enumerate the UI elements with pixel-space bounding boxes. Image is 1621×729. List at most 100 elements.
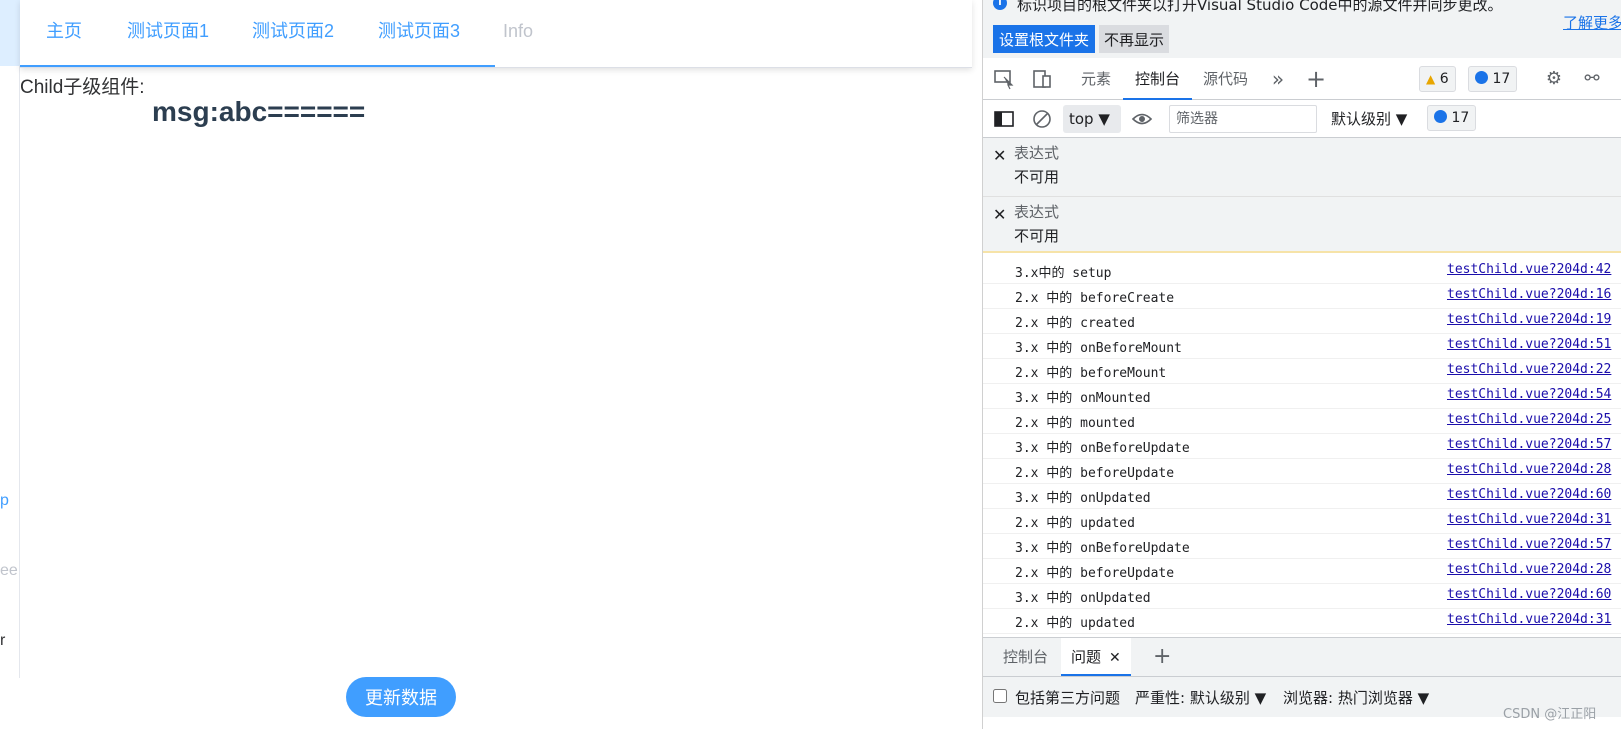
top-nav-menu: 主页 测试页面1 测试页面2 测试页面3 Info — [20, 0, 972, 68]
console-log-row: 3.x中的 setup testChild.vue?204d:42 — [983, 259, 1621, 284]
expression-label[interactable]: 表达式 — [1014, 142, 1059, 163]
menu-item-home[interactable]: 主页 — [46, 0, 82, 66]
set-root-folder-button[interactable]: 设置根文件夹 — [993, 25, 1096, 53]
drawer-tab-issues-label: 问题 — [1071, 648, 1102, 666]
log-source-link[interactable]: testChild.vue?204d:60 — [1447, 587, 1611, 602]
remove-expression-icon[interactable]: ✕ — [993, 205, 1006, 224]
context-select[interactable]: top ▼ — [1063, 105, 1121, 133]
log-message: 2.x 中的 beforeUpdate — [1015, 566, 1175, 581]
customize-icon[interactable]: ⚯ — [1581, 68, 1603, 90]
update-data-button[interactable]: 更新数据 — [346, 677, 456, 717]
workspace-info-bar: i 标识项目的根文件夹以打开Visual Studio Code中的源文件并同步… — [983, 0, 1621, 58]
live-expression-eye-icon[interactable] — [1131, 108, 1153, 130]
settings-gear-icon[interactable]: ⚙ — [1543, 68, 1565, 90]
log-message: 3.x中的 setup — [1015, 266, 1112, 281]
include-third-party-checkbox[interactable] — [993, 689, 1007, 703]
console-log-row: 2.x 中的 beforeUpdate testChild.vue?204d:28 — [983, 559, 1621, 584]
menu-item-test-page-1[interactable]: 测试页面1 — [127, 0, 209, 66]
log-message: 2.x 中的 beforeMount — [1015, 366, 1167, 381]
devtools-panel: i 标识项目的根文件夹以打开Visual Studio Code中的源文件并同步… — [982, 0, 1621, 729]
browser-select[interactable]: 浏览器: 热门浏览器 ▼ — [1283, 687, 1429, 708]
log-source-link[interactable]: testChild.vue?204d:57 — [1447, 537, 1611, 552]
dont-show-again-button[interactable]: 不再显示 — [1099, 25, 1170, 53]
drawer-tab-bar: 控制台 问题 ✕ + — [983, 637, 1621, 677]
warning-icon: ▲ — [1426, 72, 1436, 86]
msg-text: msg:abc====== — [152, 96, 366, 127]
log-source-link[interactable]: testChild.vue?204d:19 — [1447, 312, 1611, 327]
tab-sources[interactable]: 源代码 — [1203, 58, 1248, 100]
learn-more-link[interactable]: 了解更多 — [1563, 12, 1621, 33]
expression-value: 不可用 — [1014, 168, 1060, 186]
console-log-row: 2.x 中的 created testChild.vue?204d:19 — [983, 309, 1621, 334]
chevron-down-icon: ▼ — [1395, 110, 1408, 128]
log-source-link[interactable]: testChild.vue?204d:60 — [1447, 487, 1611, 502]
app-area: p ee r 主页 测试页面1 测试页面2 测试页面3 Info Child子级… — [0, 0, 982, 729]
console-log-row: 3.x 中的 onUpdated testChild.vue?204d:60 — [983, 584, 1621, 609]
device-toolbar-icon[interactable] — [1031, 68, 1053, 90]
console-log-list: 3.x中的 setup testChild.vue?204d:42 2.x 中的 b… — [983, 259, 1621, 637]
menu-item-test-page-3[interactable]: 测试页面3 — [378, 0, 460, 66]
log-source-link[interactable]: testChild.vue?204d:28 — [1447, 562, 1611, 577]
live-expressions: ✕ 表达式 不可用 ✕ 表达式 不可用 — [983, 138, 1621, 253]
remove-expression-icon[interactable]: ✕ — [993, 146, 1006, 165]
log-message: 2.x 中的 updated — [1015, 616, 1135, 631]
warnings-badge[interactable]: ▲ 6 — [1419, 66, 1456, 92]
log-source-link[interactable]: testChild.vue?204d:54 — [1447, 387, 1611, 402]
sidebar-header — [0, 0, 20, 66]
console-log-row: 3.x 中的 onMounted testChild.vue?204d:54 — [983, 384, 1621, 409]
log-source-link[interactable]: testChild.vue?204d:16 — [1447, 287, 1611, 302]
messages-badge[interactable]: 17 — [1468, 66, 1518, 92]
tab-elements[interactable]: 元素 — [1081, 58, 1111, 100]
log-source-link[interactable]: testChild.vue?204d:28 — [1447, 462, 1611, 477]
log-source-link[interactable]: testChild.vue?204d:51 — [1447, 337, 1611, 352]
log-message: 2.x 中的 created — [1015, 316, 1135, 331]
log-message: 3.x 中的 onUpdated — [1015, 491, 1151, 506]
include-third-party-label: 包括第三方问题 — [1015, 689, 1121, 707]
console-log-row: 3.x 中的 onBeforeUpdate testChild.vue?204d:… — [983, 434, 1621, 459]
console-messages-count: 17 — [1451, 110, 1470, 126]
menu-active-indicator — [20, 65, 495, 67]
log-source-link[interactable]: testChild.vue?204d:22 — [1447, 362, 1611, 377]
log-source-link[interactable]: testChild.vue?204d:57 — [1447, 437, 1611, 452]
console-messages-badge[interactable]: 17 — [1427, 105, 1477, 131]
add-drawer-tab-icon[interactable]: + — [1153, 646, 1171, 668]
log-source-link[interactable]: testChild.vue?204d:25 — [1447, 412, 1611, 427]
console-log-row: 2.x 中的 mounted testChild.vue?204d:25 — [983, 409, 1621, 434]
log-message: 3.x 中的 onBeforeUpdate — [1015, 541, 1190, 556]
drawer-tab-console[interactable]: 控制台 — [1003, 638, 1048, 676]
filter-input[interactable] — [1169, 105, 1317, 133]
console-log-row: 2.x 中的 updated testChild.vue?204d:31 — [983, 609, 1621, 634]
info-bar-text: 标识项目的根文件夹以打开Visual Studio Code中的源文件并同步更改… — [1017, 0, 1503, 14]
more-tabs-icon[interactable]: » — [1267, 68, 1289, 90]
log-message: 2.x 中的 updated — [1015, 516, 1135, 531]
add-tab-icon[interactable]: + — [1305, 67, 1327, 91]
info-icon: i — [993, 0, 1007, 10]
severity-select[interactable]: 严重性: 默认级别 ▼ — [1135, 687, 1266, 708]
close-icon[interactable]: ✕ — [1109, 650, 1121, 666]
sidebar-item-fragment[interactable]: p — [0, 492, 9, 510]
sidebar-item-fragment[interactable]: r — [0, 632, 5, 650]
expression-value: 不可用 — [1014, 227, 1060, 245]
log-message: 3.x 中的 onBeforeUpdate — [1015, 441, 1190, 456]
left-sidebar: p ee r — [0, 0, 20, 678]
log-levels-select[interactable]: 默认级别 ▼ — [1331, 105, 1407, 133]
expression-label[interactable]: 表达式 — [1014, 201, 1059, 222]
sidebar-item-fragment[interactable]: ee — [0, 562, 18, 580]
console-log-row: 2.x 中的 beforeUpdate testChild.vue?204d:28 — [983, 459, 1621, 484]
levels-value: 默认级别 — [1331, 110, 1392, 128]
inspect-element-icon[interactable] — [993, 68, 1015, 90]
message-icon — [1434, 110, 1447, 123]
menu-item-test-page-2[interactable]: 测试页面2 — [252, 0, 334, 66]
live-expression: ✕ 表达式 不可用 — [983, 196, 1621, 253]
tab-console[interactable]: 控制台 — [1123, 58, 1193, 100]
drawer-tab-issues[interactable]: 问题 ✕ — [1061, 638, 1131, 676]
watermark: CSDN @江正阳 — [1503, 707, 1597, 722]
sidebar-toggle-icon[interactable] — [993, 108, 1015, 130]
menu-item-info: Info — [503, 21, 534, 41]
log-message: 3.x 中的 onMounted — [1015, 391, 1151, 406]
live-expression: ✕ 表达式 不可用 — [983, 138, 1621, 195]
log-source-link[interactable]: testChild.vue?204d:31 — [1447, 612, 1611, 627]
log-source-link[interactable]: testChild.vue?204d:42 — [1447, 262, 1611, 277]
log-source-link[interactable]: testChild.vue?204d:31 — [1447, 512, 1611, 527]
clear-console-icon[interactable] — [1031, 108, 1053, 130]
